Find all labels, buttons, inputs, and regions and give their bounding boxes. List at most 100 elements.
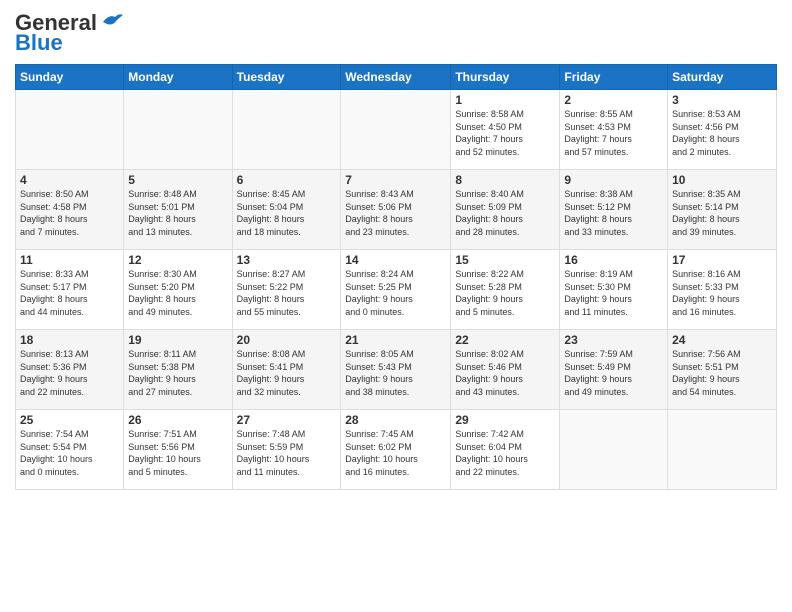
day-number: 18: [20, 333, 119, 347]
calendar-week-row: 11Sunrise: 8:33 AM Sunset: 5:17 PM Dayli…: [16, 250, 777, 330]
page: General Blue SundayMondayTuesdayWednesda…: [0, 0, 792, 612]
day-number: 7: [345, 173, 446, 187]
day-number: 26: [128, 413, 227, 427]
day-info: Sunrise: 7:59 AM Sunset: 5:49 PM Dayligh…: [564, 348, 663, 398]
logo-blue-text: Blue: [15, 30, 63, 56]
day-info: Sunrise: 8:27 AM Sunset: 5:22 PM Dayligh…: [237, 268, 337, 318]
day-number: 16: [564, 253, 663, 267]
calendar-cell: 27Sunrise: 7:48 AM Sunset: 5:59 PM Dayli…: [232, 410, 341, 490]
day-info: Sunrise: 8:05 AM Sunset: 5:43 PM Dayligh…: [345, 348, 446, 398]
day-info: Sunrise: 8:13 AM Sunset: 5:36 PM Dayligh…: [20, 348, 119, 398]
day-number: 22: [455, 333, 555, 347]
day-info: Sunrise: 8:16 AM Sunset: 5:33 PM Dayligh…: [672, 268, 772, 318]
calendar-table: SundayMondayTuesdayWednesdayThursdayFrid…: [15, 64, 777, 490]
calendar-cell: [124, 90, 232, 170]
col-header-thursday: Thursday: [451, 65, 560, 90]
day-number: 9: [564, 173, 663, 187]
calendar-cell: 16Sunrise: 8:19 AM Sunset: 5:30 PM Dayli…: [560, 250, 668, 330]
day-number: 19: [128, 333, 227, 347]
day-number: 15: [455, 253, 555, 267]
day-number: 5: [128, 173, 227, 187]
day-info: Sunrise: 8:19 AM Sunset: 5:30 PM Dayligh…: [564, 268, 663, 318]
day-info: Sunrise: 8:30 AM Sunset: 5:20 PM Dayligh…: [128, 268, 227, 318]
calendar-cell: 13Sunrise: 8:27 AM Sunset: 5:22 PM Dayli…: [232, 250, 341, 330]
col-header-monday: Monday: [124, 65, 232, 90]
day-info: Sunrise: 8:35 AM Sunset: 5:14 PM Dayligh…: [672, 188, 772, 238]
day-number: 4: [20, 173, 119, 187]
day-info: Sunrise: 8:02 AM Sunset: 5:46 PM Dayligh…: [455, 348, 555, 398]
calendar-week-row: 25Sunrise: 7:54 AM Sunset: 5:54 PM Dayli…: [16, 410, 777, 490]
day-info: Sunrise: 8:08 AM Sunset: 5:41 PM Dayligh…: [237, 348, 337, 398]
day-number: 27: [237, 413, 337, 427]
day-number: 24: [672, 333, 772, 347]
day-number: 6: [237, 173, 337, 187]
calendar-cell: 9Sunrise: 8:38 AM Sunset: 5:12 PM Daylig…: [560, 170, 668, 250]
calendar-cell: 15Sunrise: 8:22 AM Sunset: 5:28 PM Dayli…: [451, 250, 560, 330]
day-info: Sunrise: 8:45 AM Sunset: 5:04 PM Dayligh…: [237, 188, 337, 238]
col-header-tuesday: Tuesday: [232, 65, 341, 90]
day-number: 8: [455, 173, 555, 187]
day-info: Sunrise: 8:38 AM Sunset: 5:12 PM Dayligh…: [564, 188, 663, 238]
calendar-cell: 29Sunrise: 7:42 AM Sunset: 6:04 PM Dayli…: [451, 410, 560, 490]
col-header-sunday: Sunday: [16, 65, 124, 90]
calendar-week-row: 18Sunrise: 8:13 AM Sunset: 5:36 PM Dayli…: [16, 330, 777, 410]
day-info: Sunrise: 8:48 AM Sunset: 5:01 PM Dayligh…: [128, 188, 227, 238]
day-info: Sunrise: 7:42 AM Sunset: 6:04 PM Dayligh…: [455, 428, 555, 478]
day-info: Sunrise: 8:40 AM Sunset: 5:09 PM Dayligh…: [455, 188, 555, 238]
logo: General Blue: [15, 10, 123, 56]
calendar-cell: 2Sunrise: 8:55 AM Sunset: 4:53 PM Daylig…: [560, 90, 668, 170]
day-number: 28: [345, 413, 446, 427]
day-number: 23: [564, 333, 663, 347]
calendar-cell: 8Sunrise: 8:40 AM Sunset: 5:09 PM Daylig…: [451, 170, 560, 250]
day-number: 13: [237, 253, 337, 267]
day-number: 1: [455, 93, 555, 107]
day-number: 10: [672, 173, 772, 187]
calendar-cell: 11Sunrise: 8:33 AM Sunset: 5:17 PM Dayli…: [16, 250, 124, 330]
day-number: 25: [20, 413, 119, 427]
calendar-cell: 4Sunrise: 8:50 AM Sunset: 4:58 PM Daylig…: [16, 170, 124, 250]
calendar-cell: [341, 90, 451, 170]
calendar-cell: 3Sunrise: 8:53 AM Sunset: 4:56 PM Daylig…: [668, 90, 777, 170]
calendar-cell: 5Sunrise: 8:48 AM Sunset: 5:01 PM Daylig…: [124, 170, 232, 250]
calendar-cell: 26Sunrise: 7:51 AM Sunset: 5:56 PM Dayli…: [124, 410, 232, 490]
calendar-cell: 7Sunrise: 8:43 AM Sunset: 5:06 PM Daylig…: [341, 170, 451, 250]
calendar-cell: 19Sunrise: 8:11 AM Sunset: 5:38 PM Dayli…: [124, 330, 232, 410]
day-number: 14: [345, 253, 446, 267]
day-number: 17: [672, 253, 772, 267]
day-info: Sunrise: 8:24 AM Sunset: 5:25 PM Dayligh…: [345, 268, 446, 318]
day-info: Sunrise: 7:48 AM Sunset: 5:59 PM Dayligh…: [237, 428, 337, 478]
calendar-cell: 14Sunrise: 8:24 AM Sunset: 5:25 PM Dayli…: [341, 250, 451, 330]
calendar-week-row: 4Sunrise: 8:50 AM Sunset: 4:58 PM Daylig…: [16, 170, 777, 250]
day-info: Sunrise: 8:33 AM Sunset: 5:17 PM Dayligh…: [20, 268, 119, 318]
day-number: 29: [455, 413, 555, 427]
day-number: 3: [672, 93, 772, 107]
day-info: Sunrise: 8:22 AM Sunset: 5:28 PM Dayligh…: [455, 268, 555, 318]
day-info: Sunrise: 8:58 AM Sunset: 4:50 PM Dayligh…: [455, 108, 555, 158]
day-info: Sunrise: 7:54 AM Sunset: 5:54 PM Dayligh…: [20, 428, 119, 478]
day-info: Sunrise: 8:50 AM Sunset: 4:58 PM Dayligh…: [20, 188, 119, 238]
day-info: Sunrise: 8:55 AM Sunset: 4:53 PM Dayligh…: [564, 108, 663, 158]
calendar-cell: 6Sunrise: 8:45 AM Sunset: 5:04 PM Daylig…: [232, 170, 341, 250]
col-header-saturday: Saturday: [668, 65, 777, 90]
col-header-friday: Friday: [560, 65, 668, 90]
calendar-cell: 10Sunrise: 8:35 AM Sunset: 5:14 PM Dayli…: [668, 170, 777, 250]
day-info: Sunrise: 7:45 AM Sunset: 6:02 PM Dayligh…: [345, 428, 446, 478]
calendar-header-row: SundayMondayTuesdayWednesdayThursdayFrid…: [16, 65, 777, 90]
calendar-cell: 28Sunrise: 7:45 AM Sunset: 6:02 PM Dayli…: [341, 410, 451, 490]
calendar-cell: 12Sunrise: 8:30 AM Sunset: 5:20 PM Dayli…: [124, 250, 232, 330]
calendar-cell: 23Sunrise: 7:59 AM Sunset: 5:49 PM Dayli…: [560, 330, 668, 410]
day-number: 21: [345, 333, 446, 347]
day-info: Sunrise: 8:11 AM Sunset: 5:38 PM Dayligh…: [128, 348, 227, 398]
calendar-cell: 22Sunrise: 8:02 AM Sunset: 5:46 PM Dayli…: [451, 330, 560, 410]
col-header-wednesday: Wednesday: [341, 65, 451, 90]
calendar-cell: [16, 90, 124, 170]
day-info: Sunrise: 8:43 AM Sunset: 5:06 PM Dayligh…: [345, 188, 446, 238]
calendar-cell: 17Sunrise: 8:16 AM Sunset: 5:33 PM Dayli…: [668, 250, 777, 330]
calendar-cell: 21Sunrise: 8:05 AM Sunset: 5:43 PM Dayli…: [341, 330, 451, 410]
day-info: Sunrise: 8:53 AM Sunset: 4:56 PM Dayligh…: [672, 108, 772, 158]
day-number: 12: [128, 253, 227, 267]
calendar-cell: 25Sunrise: 7:54 AM Sunset: 5:54 PM Dayli…: [16, 410, 124, 490]
calendar-cell: [668, 410, 777, 490]
calendar-cell: 1Sunrise: 8:58 AM Sunset: 4:50 PM Daylig…: [451, 90, 560, 170]
calendar-cell: [560, 410, 668, 490]
